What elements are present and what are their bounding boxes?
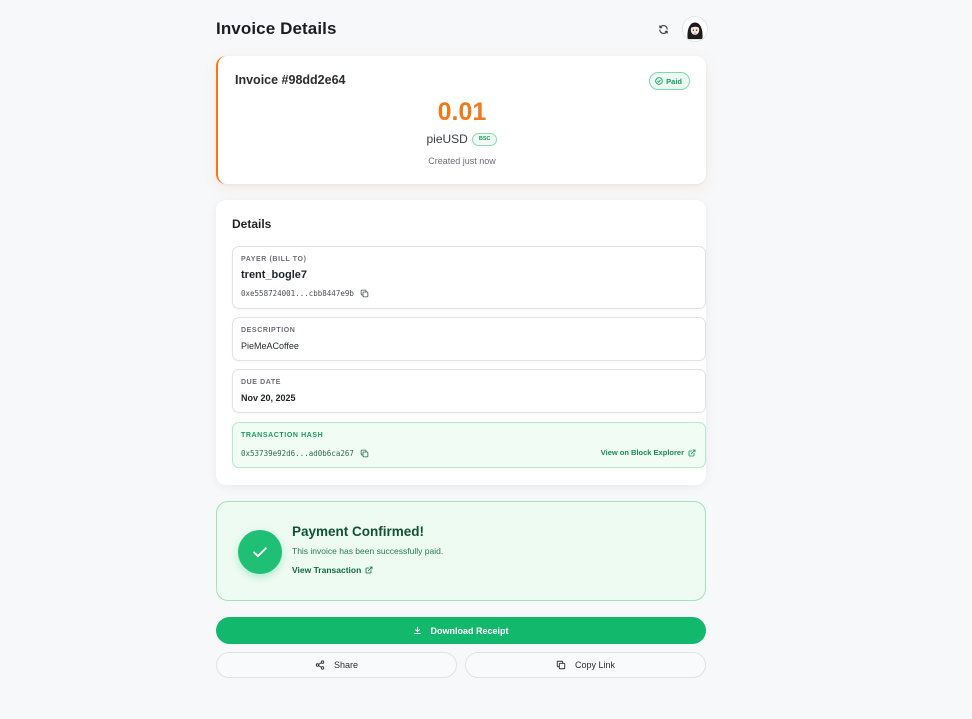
view-on-block-explorer-link[interactable]: View on Block Explorer: [601, 448, 696, 457]
transaction-hash-field: TRANSACTION HASH 0x53739e92d6...ad0b6ca2…: [232, 422, 706, 468]
transaction-hash-row: 0x53739e92d6...ad0b6ca267: [241, 449, 369, 458]
copy-link-button[interactable]: Copy Link: [465, 652, 706, 678]
invoice-summary-card: Invoice #98dd2e64 Paid 0.01 pieUSD BSC C…: [216, 56, 706, 184]
details-title: Details: [232, 217, 272, 231]
view-transaction-link[interactable]: View Transaction: [292, 565, 373, 575]
due-date-value: Nov 20, 2025: [241, 393, 296, 403]
copy-icon: [556, 660, 566, 670]
copy-icon[interactable]: [360, 289, 369, 298]
invoice-number: Invoice #98dd2e64: [235, 73, 346, 87]
description-field: DESCRIPTION PieMeACoffee: [232, 317, 706, 361]
currency-label: pieUSD: [426, 132, 468, 146]
download-receipt-label: Download Receipt: [430, 625, 509, 636]
invoice-page: Invoice Details Invoice #98dd2e64 Paid 0…: [0, 0, 972, 719]
transaction-hash-label: TRANSACTION HASH: [241, 432, 324, 439]
copy-link-label: Copy Link: [574, 660, 616, 670]
copy-icon[interactable]: [360, 449, 369, 458]
refresh-icon: [658, 24, 668, 34]
due-date-field: DUE DATE Nov 20, 2025: [232, 369, 706, 413]
refresh-button[interactable]: [652, 18, 674, 40]
user-avatar[interactable]: [682, 16, 708, 42]
details-card: Details PAYER (BILL TO) trent_bogle7 0xe…: [216, 200, 706, 485]
external-link-icon: [688, 449, 696, 456]
download-receipt-button[interactable]: Download Receipt: [216, 617, 706, 644]
payer-field: PAYER (BILL TO) trent_bogle7 0xe55872400…: [232, 246, 706, 309]
check-circle-icon: [655, 77, 663, 85]
external-link-icon: [365, 566, 373, 574]
payer-name: trent_bogle7: [241, 269, 308, 281]
explorer-link-label: View on Block Explorer: [600, 448, 684, 457]
transaction-hash: 0x53739e92d6...ad0b6ca267: [241, 449, 354, 458]
currency-row: pieUSD BSC: [218, 132, 706, 146]
status-badge: Paid: [649, 72, 690, 90]
chain-badge: BSC: [471, 132, 498, 146]
payer-address: 0xe558724001...cbb8447e9b: [241, 289, 354, 298]
page-header: Invoice Details: [216, 16, 708, 42]
created-time: Created just now: [428, 156, 496, 166]
confirmation-title: Payment Confirmed!: [292, 524, 425, 539]
success-check-badge: [238, 530, 282, 574]
payer-label: PAYER (BILL TO): [241, 256, 307, 263]
avatar-icon: [683, 17, 707, 41]
share-label: Share: [333, 660, 359, 670]
share-button[interactable]: Share: [216, 652, 457, 678]
check-icon: [253, 547, 267, 558]
invoice-amount: 0.01: [437, 98, 487, 126]
due-date-label: DUE DATE: [241, 379, 282, 386]
view-transaction-label: View Transaction: [292, 565, 362, 575]
page-title: Invoice Details: [216, 19, 337, 38]
payer-address-row: 0xe558724001...cbb8447e9b: [241, 289, 369, 298]
description-label: DESCRIPTION: [241, 327, 296, 334]
status-badge-label: Paid: [666, 76, 682, 86]
header-actions: [652, 16, 708, 42]
download-icon: [414, 626, 422, 634]
share-icon: [315, 660, 325, 670]
payment-confirmed-banner: Payment Confirmed! This invoice has been…: [216, 501, 706, 601]
description-value: PieMeACoffee: [241, 341, 299, 351]
confirmation-subtitle: This invoice has been successfully paid.: [292, 546, 444, 556]
